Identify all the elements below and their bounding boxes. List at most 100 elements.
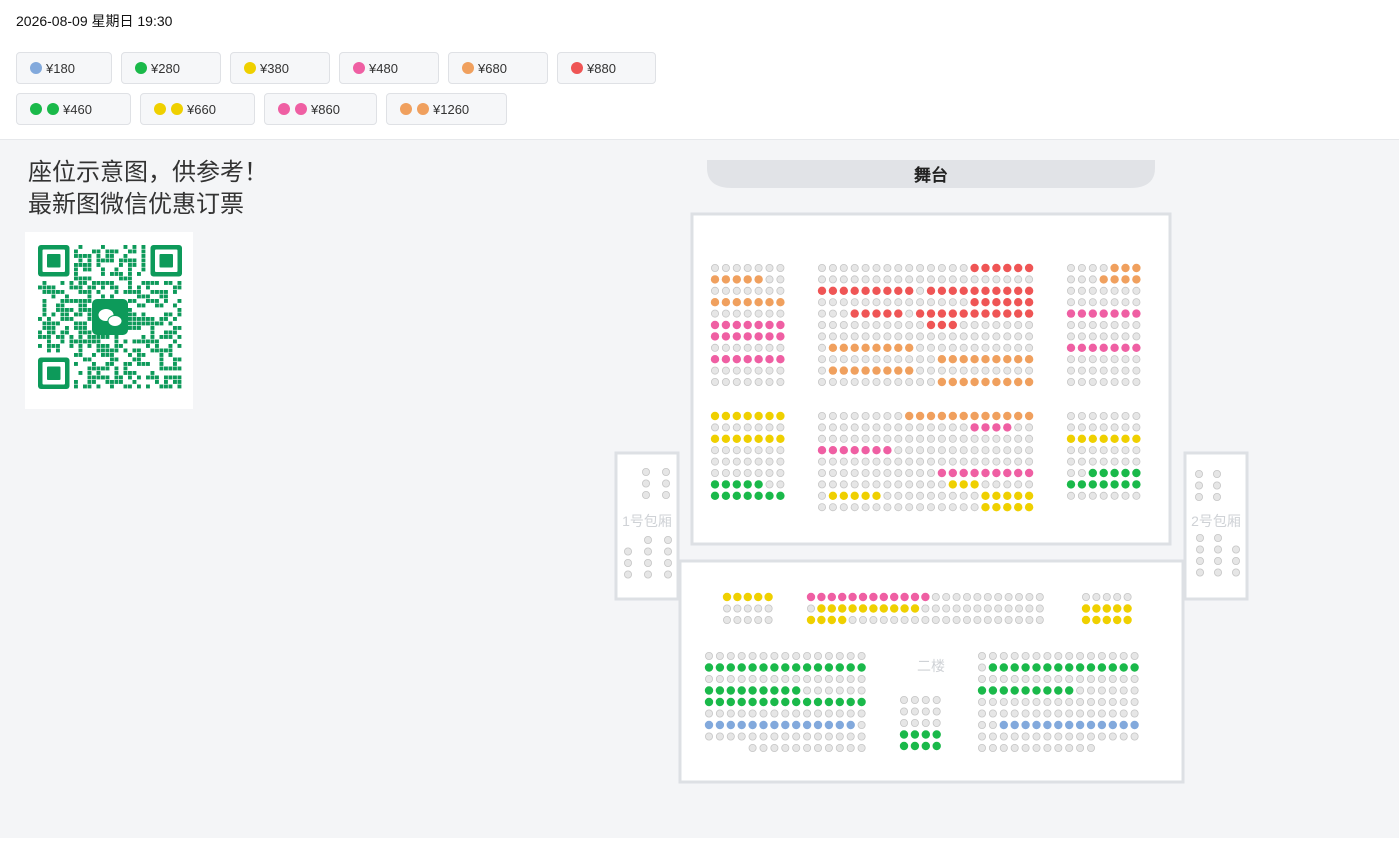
seat[interactable] xyxy=(970,309,979,318)
seat[interactable] xyxy=(754,343,763,352)
seat[interactable] xyxy=(726,720,735,730)
seat[interactable] xyxy=(1077,343,1087,352)
seat[interactable] xyxy=(983,615,992,624)
seat[interactable] xyxy=(1077,286,1086,295)
seat[interactable] xyxy=(1121,298,1130,307)
seat[interactable] xyxy=(861,320,870,329)
seat[interactable] xyxy=(1024,411,1034,421)
seat[interactable] xyxy=(988,709,997,718)
seat[interactable] xyxy=(872,468,881,477)
seat[interactable] xyxy=(1003,366,1012,375)
seat[interactable] xyxy=(959,332,968,341)
seat[interactable] xyxy=(872,480,881,489)
seat[interactable] xyxy=(1088,434,1098,443)
seat[interactable] xyxy=(905,480,914,489)
seat[interactable] xyxy=(959,309,968,318)
seat[interactable] xyxy=(743,491,752,500)
seat[interactable] xyxy=(1010,675,1019,684)
seat[interactable] xyxy=(828,446,838,455)
seat[interactable] xyxy=(1014,377,1023,387)
seat[interactable] xyxy=(1213,481,1222,490)
seat[interactable] xyxy=(850,411,859,420)
seat[interactable] xyxy=(1014,263,1023,273)
seat[interactable] xyxy=(1067,377,1076,386)
seat[interactable] xyxy=(1214,533,1223,542)
seat[interactable] xyxy=(754,275,763,284)
seat[interactable] xyxy=(883,264,892,273)
seat[interactable] xyxy=(732,491,741,500)
seat[interactable] xyxy=(828,468,837,477)
seat[interactable] xyxy=(1032,686,1041,695)
seat[interactable] xyxy=(894,480,903,489)
seat[interactable] xyxy=(846,744,855,753)
seat[interactable] xyxy=(1108,652,1117,661)
seat[interactable] xyxy=(1099,434,1108,443)
seat[interactable] xyxy=(1088,275,1097,284)
seat[interactable] xyxy=(1086,720,1096,730)
seat[interactable] xyxy=(937,355,947,364)
seat[interactable] xyxy=(711,377,720,386)
seat[interactable] xyxy=(970,263,979,273)
seat[interactable] xyxy=(1121,446,1130,455)
seat[interactable] xyxy=(754,332,763,341)
seat[interactable] xyxy=(737,732,746,741)
price-chip[interactable]: ¥660 xyxy=(140,93,255,125)
seat[interactable] xyxy=(850,355,859,364)
seat[interactable] xyxy=(970,446,979,455)
seat[interactable] xyxy=(835,686,844,695)
seat[interactable] xyxy=(861,366,870,375)
seat[interactable] xyxy=(992,298,1001,307)
seat[interactable] xyxy=(711,446,720,455)
seat[interactable] xyxy=(1021,720,1030,730)
seat[interactable] xyxy=(850,491,859,500)
seat[interactable] xyxy=(970,343,979,352)
seat[interactable] xyxy=(624,570,633,579)
seat[interactable] xyxy=(937,423,946,432)
seat[interactable] xyxy=(759,744,768,753)
seat[interactable] xyxy=(1067,491,1076,500)
seat[interactable] xyxy=(770,652,779,661)
seat[interactable] xyxy=(1021,744,1030,753)
seat[interactable] xyxy=(754,604,763,613)
seat[interactable] xyxy=(932,707,941,716)
seat[interactable] xyxy=(732,309,741,318)
seat[interactable] xyxy=(1097,720,1107,730)
seat[interactable] xyxy=(1075,720,1085,730)
seat[interactable] xyxy=(733,604,742,613)
seat[interactable] xyxy=(813,697,823,707)
seat[interactable] xyxy=(883,332,892,341)
seat[interactable] xyxy=(916,423,925,432)
seat[interactable] xyxy=(1021,732,1030,741)
seat[interactable] xyxy=(1065,675,1074,684)
seat[interactable] xyxy=(737,663,746,672)
seat[interactable] xyxy=(1088,457,1097,466)
seat[interactable] xyxy=(817,615,826,625)
seat[interactable] xyxy=(711,457,720,466)
seat[interactable] xyxy=(1010,652,1019,661)
seat[interactable] xyxy=(754,423,763,432)
seat[interactable] xyxy=(721,286,730,295)
seat[interactable] xyxy=(743,309,752,318)
seat[interactable] xyxy=(1099,446,1108,455)
seat[interactable] xyxy=(721,332,731,341)
seat[interactable] xyxy=(916,366,925,375)
seat[interactable] xyxy=(978,675,987,684)
seat[interactable] xyxy=(1077,457,1086,466)
seat[interactable] xyxy=(1132,446,1141,455)
seat[interactable] xyxy=(927,446,936,455)
seat[interactable] xyxy=(1132,275,1141,284)
seat[interactable] xyxy=(1003,263,1012,273)
seat[interactable] xyxy=(970,377,979,387)
seat[interactable] xyxy=(846,697,855,707)
seat[interactable] xyxy=(1015,604,1024,613)
price-chip[interactable]: ¥880 xyxy=(557,52,656,84)
seat[interactable] xyxy=(905,411,914,421)
seat[interactable] xyxy=(900,604,909,613)
seat[interactable] xyxy=(900,615,909,624)
seat[interactable] xyxy=(748,686,757,695)
seat[interactable] xyxy=(921,741,930,751)
seat[interactable] xyxy=(1099,491,1108,500)
seat[interactable] xyxy=(824,675,833,684)
seat[interactable] xyxy=(710,298,720,307)
seat[interactable] xyxy=(828,491,838,500)
